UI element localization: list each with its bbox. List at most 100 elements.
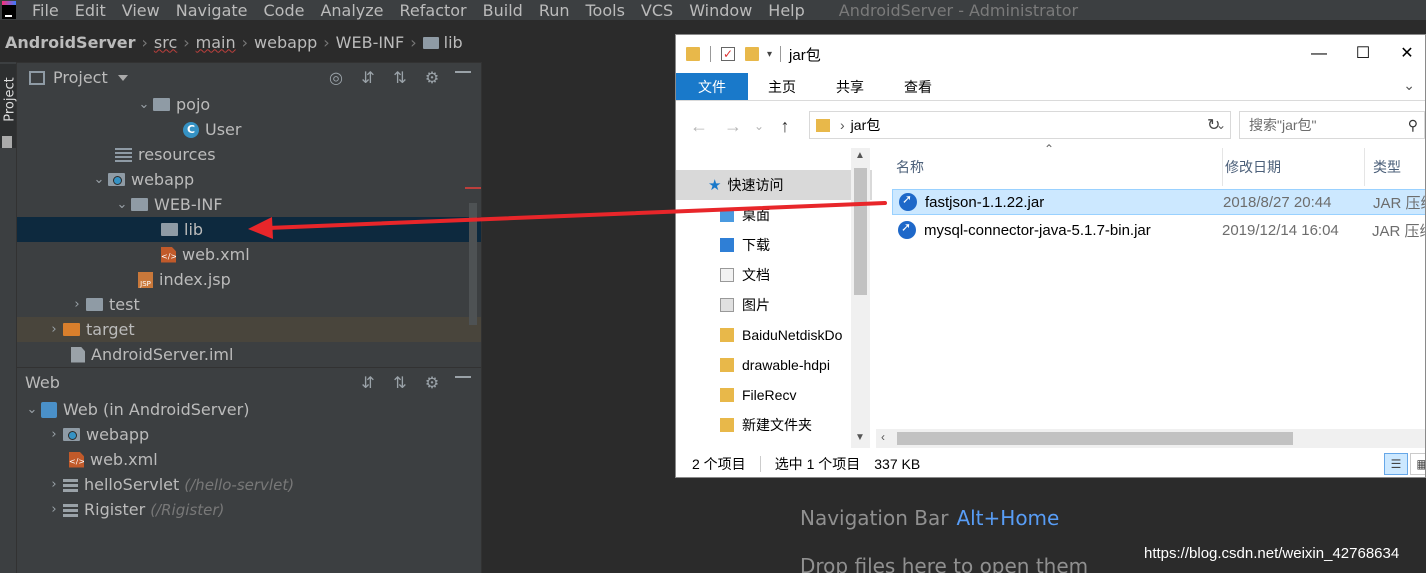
scrollbar-thumb[interactable] — [897, 432, 1293, 445]
nav-item-downloads[interactable]: 下载 📌 — [676, 230, 872, 260]
menu-edit[interactable]: Edit — [75, 1, 106, 20]
breadcrumb-src[interactable]: src — [154, 33, 177, 52]
gear-icon[interactable]: ⚙ — [423, 69, 441, 87]
locate-icon[interactable]: ◎ — [327, 69, 345, 87]
hide-panel-icon[interactable] — [455, 374, 473, 392]
menu-refactor[interactable]: Refactor — [400, 1, 467, 20]
expand-all-icon[interactable]: ⇵ — [359, 69, 377, 87]
explorer-title-bar[interactable]: ✓ ▾ jar包 — ☐ ✕ — [676, 35, 1425, 73]
navigation-pane-scrollbar[interactable]: ▲ ▼ — [851, 148, 870, 448]
menu-build[interactable]: Build — [483, 1, 523, 20]
menu-run[interactable]: Run — [539, 1, 570, 20]
tab-view[interactable]: 查看 — [884, 73, 952, 100]
large-icons-view-icon[interactable]: ▦ — [1410, 453, 1425, 475]
nav-item-pictures[interactable]: 图片 📌 — [676, 290, 872, 320]
chevron-left-icon[interactable]: ‹ — [881, 430, 885, 444]
tree-row-selected[interactable]: lib — [17, 217, 481, 242]
chevron-down-icon[interactable] — [117, 74, 128, 81]
breadcrumb-webapp[interactable]: webapp — [254, 33, 317, 52]
nav-item-folder[interactable]: drawable-hdpi — [676, 350, 872, 380]
tree-row[interactable]: resources — [17, 142, 481, 167]
collapse-all-icon[interactable]: ⇅ — [391, 374, 409, 392]
tree-row[interactable]: › test — [17, 292, 481, 317]
column-header-date[interactable]: 修改日期 — [1222, 148, 1362, 186]
menu-window[interactable]: Window — [689, 1, 752, 20]
file-row[interactable]: mysql-connector-java-5.1.7-bin.jar 2019/… — [892, 217, 1425, 243]
new-folder-icon[interactable] — [745, 47, 759, 61]
breadcrumb-lib[interactable]: lib — [444, 33, 463, 52]
tab-home[interactable]: 主页 — [748, 73, 816, 100]
chevron-down-icon[interactable]: ▼ — [855, 432, 865, 443]
tab-file[interactable]: 文件 — [676, 73, 748, 100]
details-view-icon[interactable]: ☰ — [1384, 453, 1408, 475]
project-tree-scrollbar[interactable] — [469, 203, 477, 325]
tree-row[interactable]: AndroidServer.iml — [17, 342, 481, 367]
breadcrumb-project[interactable]: AndroidServer — [5, 33, 135, 52]
gear-icon[interactable]: ⚙ — [423, 374, 441, 392]
tree-row[interactable]: C User — [17, 117, 481, 142]
tree-row[interactable]: ⌄ webapp — [17, 167, 481, 192]
expanded-arrow-icon[interactable]: ⌄ — [113, 197, 131, 212]
breadcrumb-main[interactable]: main — [196, 33, 236, 52]
collapsed-arrow-icon[interactable]: › — [45, 477, 63, 492]
collapse-all-icon[interactable]: ⇅ — [391, 69, 409, 87]
refresh-icon[interactable]: ↻ — [1207, 115, 1227, 135]
collapsed-arrow-icon[interactable]: › — [45, 427, 63, 442]
nav-item-quick-access[interactable]: ★ 快速访问 — [676, 170, 872, 200]
hide-panel-icon[interactable] — [455, 69, 473, 87]
nav-item-documents[interactable]: 文档 📌 — [676, 260, 872, 290]
menu-navigate[interactable]: Navigate — [176, 1, 248, 20]
chevron-up-icon[interactable]: ▲ — [855, 150, 865, 161]
forward-icon[interactable]: → — [716, 116, 750, 137]
expand-all-icon[interactable]: ⇵ — [359, 374, 377, 392]
menu-code[interactable]: Code — [264, 1, 305, 20]
tree-row[interactable]: ⌄ Web (in AndroidServer) — [17, 397, 481, 422]
search-icon[interactable]: ⚲ — [1408, 117, 1418, 134]
menu-help[interactable]: Help — [768, 1, 804, 20]
menu-analyze[interactable]: Analyze — [320, 1, 383, 20]
nav-item-folder[interactable]: 新建文件夹 — [676, 410, 872, 440]
recent-locations-icon[interactable]: ⌄ — [750, 119, 768, 133]
minimize-icon[interactable]: — — [1296, 35, 1342, 73]
tree-row[interactable]: › webapp — [17, 422, 481, 447]
back-icon[interactable]: ← — [682, 116, 716, 137]
column-header-name[interactable]: 名称 — [896, 148, 1216, 186]
chevron-down-icon[interactable]: ⌄ — [1403, 77, 1415, 94]
maximize-icon[interactable]: ☐ — [1340, 35, 1386, 73]
chevron-down-icon[interactable]: ▾ — [767, 49, 772, 60]
tree-row[interactable]: JSP index.jsp — [17, 267, 481, 292]
collapsed-arrow-icon[interactable]: › — [45, 322, 63, 337]
expanded-arrow-icon[interactable]: ⌄ — [90, 172, 108, 187]
chevron-right-icon[interactable]: › — [840, 117, 845, 133]
collapsed-arrow-icon[interactable]: › — [68, 297, 86, 312]
tree-row[interactable]: › helloServlet (/hello-servlet) — [17, 472, 481, 497]
search-input[interactable]: 搜索"jar包" ⚲ — [1239, 111, 1425, 139]
tree-row[interactable]: › target — [17, 317, 481, 342]
nav-item-folder[interactable]: FileRecv — [676, 380, 872, 410]
column-header-type[interactable]: 类型 — [1364, 148, 1425, 186]
expanded-arrow-icon[interactable]: ⌄ — [135, 97, 153, 112]
tab-share[interactable]: 共享 — [816, 73, 884, 100]
nav-item-desktop[interactable]: 桌面 📌 — [676, 200, 872, 230]
tree-row[interactable]: </> web.xml — [17, 242, 481, 267]
tree-row[interactable]: ⌄ pojo — [17, 92, 481, 117]
tree-row[interactable]: › Rigister (/Rigister) — [17, 497, 481, 522]
scrollbar-thumb[interactable] — [854, 168, 867, 295]
expanded-arrow-icon[interactable]: ⌄ — [23, 402, 41, 417]
project-tool-tab[interactable]: Project — [0, 64, 18, 148]
breadcrumb-web-inf[interactable]: WEB-INF — [336, 33, 405, 52]
file-list-horizontal-scrollbar[interactable]: ‹ — [876, 429, 1425, 448]
tree-row[interactable]: ⌄ WEB-INF — [17, 192, 481, 217]
tree-row[interactable]: </> web.xml — [17, 447, 481, 472]
close-icon[interactable]: ✕ — [1384, 35, 1425, 73]
menu-tools[interactable]: Tools — [586, 1, 625, 20]
address-bar[interactable]: › jar包 ⌄ — [809, 111, 1231, 139]
properties-icon[interactable]: ✓ — [721, 47, 735, 61]
menu-view[interactable]: View — [122, 1, 160, 20]
file-row-selected[interactable]: fastjson-1.1.22.jar 2018/8/27 20:44 JAR … — [892, 189, 1425, 215]
menu-file[interactable]: File — [32, 1, 59, 20]
project-panel-title[interactable]: Project — [53, 68, 108, 87]
collapsed-arrow-icon[interactable]: › — [45, 502, 63, 517]
menu-vcs[interactable]: VCS — [641, 1, 673, 20]
nav-item-folder[interactable]: BaiduNetdiskDo — [676, 320, 872, 350]
